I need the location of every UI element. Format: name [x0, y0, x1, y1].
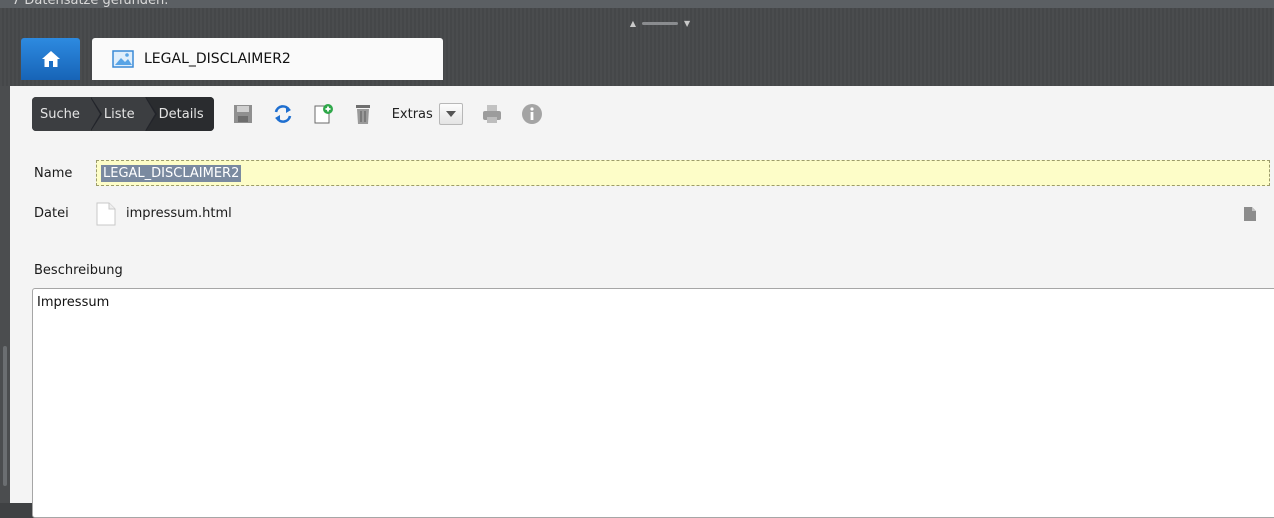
refresh-button[interactable] [272, 103, 294, 125]
name-label: Name [34, 166, 73, 181]
breadcrumb-suche[interactable]: Suche [32, 97, 102, 131]
tab-label: LEGAL_DISCLAIMER2 [144, 51, 291, 67]
file-icon [96, 202, 116, 226]
image-icon [112, 50, 134, 68]
breadcrumb: Suche Liste Details [32, 97, 214, 131]
grip-bar [642, 21, 678, 25]
extras-label: Extras [391, 106, 433, 122]
info-button[interactable] [521, 103, 543, 125]
status-bar: 7 Datensätze gefunden. [0, 0, 1274, 8]
print-icon [482, 105, 501, 123]
tab-legal-disclaimer[interactable]: LEGAL_DISCLAIMER2 [92, 38, 443, 80]
delete-icon [355, 105, 370, 124]
description-label: Beschreibung [34, 263, 123, 278]
file-value: impressum.html [126, 206, 232, 221]
details-panel: Suche Liste Details Extras Name LEGAL_DI… [10, 86, 1274, 518]
description-textarea[interactable]: Impressum [32, 288, 1274, 518]
side-splitter[interactable] [0, 86, 10, 503]
splitter-handle[interactable]: ▲ ▼ [620, 18, 700, 28]
name-value: LEGAL_DISCLAIMER2 [101, 164, 242, 182]
chevron-down-icon [445, 111, 456, 117]
save-button[interactable] [232, 103, 254, 125]
name-field[interactable]: LEGAL_DISCLAIMER2 [96, 160, 1270, 186]
info-icon [521, 104, 542, 124]
delete-button[interactable] [352, 103, 374, 125]
refresh-icon [274, 105, 291, 123]
home-tab[interactable] [21, 38, 80, 80]
print-button[interactable] [481, 103, 503, 125]
side-grip [3, 346, 7, 486]
description-value: Impressum [37, 295, 110, 310]
toolbar: Suche Liste Details Extras [32, 96, 543, 132]
chevron-up-icon: ▲ [629, 18, 636, 28]
new-document-icon [314, 104, 333, 124]
extras-menu[interactable]: Extras [392, 103, 463, 125]
status-text: 7 Datensätze gefunden. [12, 0, 169, 8]
save-icon [233, 105, 252, 123]
extras-dropdown-button[interactable] [438, 103, 463, 125]
file-label: Datei [34, 206, 69, 221]
file-browse-icon[interactable] [1243, 206, 1257, 222]
new-document-button[interactable] [312, 103, 334, 125]
chevron-down-icon: ▼ [684, 18, 691, 28]
home-icon [41, 51, 60, 67]
